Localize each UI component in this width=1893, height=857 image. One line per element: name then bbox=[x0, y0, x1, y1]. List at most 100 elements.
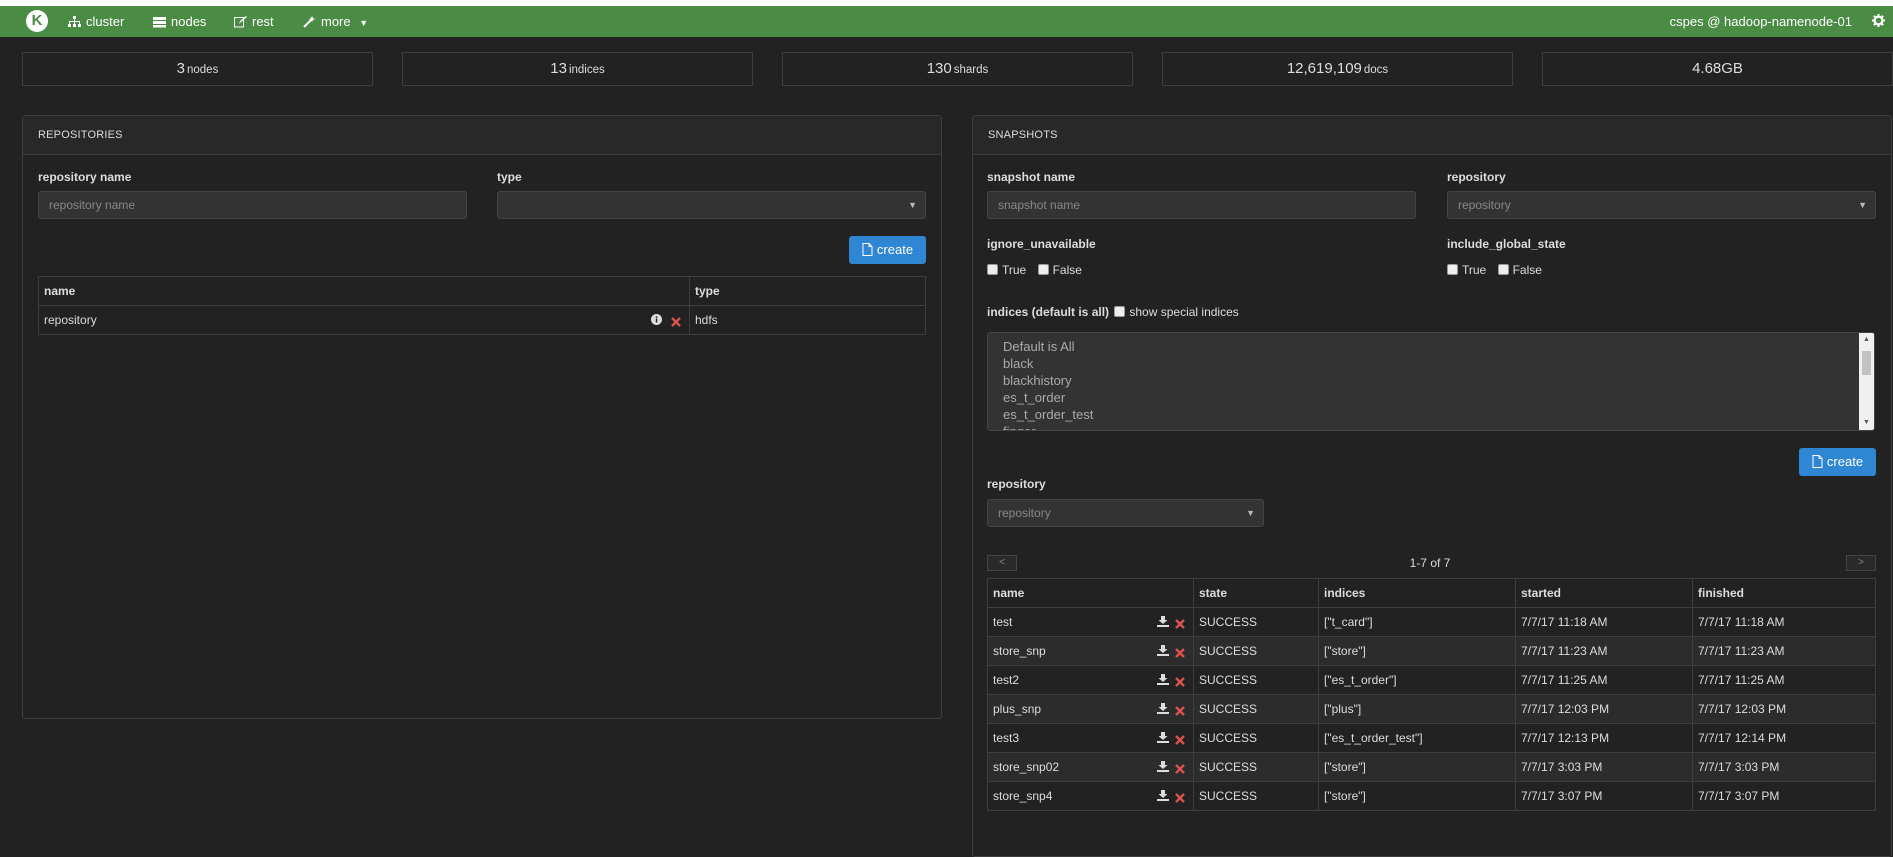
scroll-down-icon[interactable]: ▼ bbox=[1859, 416, 1874, 430]
ignore-unavailable-true[interactable]: True bbox=[987, 263, 1026, 277]
indices-multiselect[interactable]: Default is All black blackhistory es_t_o… bbox=[987, 332, 1875, 431]
row-actions bbox=[1157, 761, 1185, 775]
ignore-true-label: True bbox=[1002, 263, 1027, 277]
delete-icon[interactable] bbox=[1175, 619, 1185, 629]
next-page-button[interactable]: > bbox=[1846, 555, 1876, 571]
list-item[interactable]: Default is All bbox=[988, 338, 1874, 355]
restore-icon[interactable] bbox=[1157, 732, 1169, 743]
snapshot-started: 7/7/17 11:25 AM bbox=[1515, 665, 1693, 695]
repository-type-select[interactable]: ▼ bbox=[497, 191, 926, 219]
snapshot-indices: ["plus"] bbox=[1318, 694, 1516, 724]
list-item[interactable]: blackhistory bbox=[988, 372, 1874, 389]
global-false-label: False bbox=[1512, 263, 1542, 277]
snapshot-state: SUCCESS bbox=[1193, 636, 1319, 666]
snapshot-name-cell: store_snp02 bbox=[987, 752, 1194, 782]
create-snapshot-button[interactable]: create bbox=[1799, 448, 1876, 476]
show-special-indices-checkbox[interactable] bbox=[1114, 306, 1126, 317]
list-item[interactable]: es_t_order_test bbox=[988, 406, 1874, 423]
snapshot-name-input[interactable]: snapshot name bbox=[987, 191, 1416, 219]
caret-down-icon: ▼ bbox=[1858, 200, 1867, 210]
delete-icon[interactable] bbox=[1175, 677, 1185, 687]
scroll-thumb[interactable] bbox=[1862, 351, 1871, 375]
delete-icon[interactable] bbox=[1175, 706, 1185, 716]
stat-docs-label: docs bbox=[1363, 64, 1389, 76]
gear-icon[interactable] bbox=[1872, 14, 1885, 27]
filter-repository-select[interactable]: repository ▼ bbox=[987, 499, 1264, 527]
stat-shards-label: shards bbox=[953, 64, 989, 76]
snapshot-started: 7/7/17 12:13 PM bbox=[1515, 723, 1693, 753]
ignore-unavailable-false[interactable]: False bbox=[1037, 263, 1082, 277]
restore-icon[interactable] bbox=[1157, 790, 1169, 801]
snapshot-name-cell: store_snp4 bbox=[987, 781, 1194, 811]
row-actions bbox=[1157, 790, 1185, 804]
stat-size-value: 4.68GB bbox=[1692, 60, 1743, 77]
row-actions bbox=[1157, 616, 1185, 630]
app-logo[interactable]: K bbox=[26, 10, 48, 32]
global-state-false[interactable]: False bbox=[1497, 263, 1542, 277]
include-global-state-options: True False bbox=[1447, 263, 1550, 277]
restore-icon[interactable] bbox=[1157, 645, 1169, 656]
row-actions bbox=[1157, 674, 1185, 688]
restore-icon[interactable] bbox=[1157, 761, 1169, 772]
navbar: K cluster nodes rest more ▼ cspes @ hado… bbox=[0, 6, 1893, 37]
prev-page-button[interactable]: < bbox=[987, 555, 1017, 571]
restore-icon[interactable] bbox=[1157, 674, 1169, 685]
column-header-state: state bbox=[1193, 578, 1319, 608]
table-row: store_snp SUCCESS ["store"] 7/7/17 11:23 AM… bbox=[987, 636, 1876, 666]
list-item[interactable]: finger bbox=[988, 423, 1874, 430]
global-state-true[interactable]: True bbox=[1447, 263, 1486, 277]
list-item[interactable]: es_t_order bbox=[988, 389, 1874, 406]
nav-cluster[interactable]: cluster bbox=[68, 6, 124, 37]
restore-icon[interactable] bbox=[1157, 616, 1169, 627]
nav-rest[interactable]: rest bbox=[234, 6, 274, 37]
snapshot-name-cell: test2 bbox=[987, 665, 1194, 695]
snapshot-name-cell: test bbox=[987, 607, 1194, 637]
list-item[interactable]: black bbox=[988, 355, 1874, 372]
nav-more[interactable]: more ▼ bbox=[303, 6, 368, 37]
column-header-indices: indices bbox=[1318, 578, 1516, 608]
restore-icon[interactable] bbox=[1157, 703, 1169, 714]
snapshot-name: store_snp bbox=[993, 644, 1046, 658]
ignore-unavailable-label: ignore_unavailable bbox=[987, 237, 1096, 251]
create-repository-button[interactable]: create bbox=[849, 236, 926, 264]
nav-nodes[interactable]: nodes bbox=[153, 6, 206, 37]
show-special-indices-label[interactable]: show special indices bbox=[1129, 305, 1238, 319]
indices-scrollbar[interactable]: ▲ ▼ bbox=[1859, 333, 1874, 430]
delete-icon[interactable] bbox=[1175, 648, 1185, 658]
snapshot-started: 7/7/17 3:03 PM bbox=[1515, 752, 1693, 782]
column-header-finished: finished bbox=[1692, 578, 1876, 608]
column-header-started: started bbox=[1515, 578, 1693, 608]
table-row: repository hdfs bbox=[38, 305, 926, 335]
stat-docs: 12,619,109 docs bbox=[1162, 52, 1513, 86]
stat-nodes: 3 nodes bbox=[22, 52, 373, 86]
checkbox[interactable] bbox=[1497, 264, 1509, 275]
checkbox[interactable] bbox=[1447, 264, 1458, 275]
magic-icon bbox=[303, 16, 315, 28]
stat-shards: 130 shards bbox=[782, 52, 1133, 86]
table-row: test3 SUCCESS ["es_t_order_test"] 7/7/17 12… bbox=[987, 723, 1876, 753]
info-icon[interactable] bbox=[650, 314, 662, 325]
delete-icon[interactable] bbox=[1175, 764, 1185, 774]
snapshot-indices: ["store"] bbox=[1318, 636, 1516, 666]
scroll-up-icon[interactable]: ▲ bbox=[1859, 333, 1874, 347]
repository-name-input[interactable]: repository name bbox=[38, 191, 467, 219]
create-repository-label: create bbox=[876, 242, 914, 257]
snapshot-name-placeholder: snapshot name bbox=[998, 198, 1081, 212]
edit-icon bbox=[234, 16, 247, 28]
user-host[interactable]: cspes @ hadoop-namenode-01 bbox=[1670, 6, 1852, 37]
delete-icon[interactable] bbox=[1175, 735, 1185, 745]
snapshot-name-label: snapshot name bbox=[987, 170, 1076, 184]
checkbox[interactable] bbox=[1037, 264, 1049, 275]
row-actions bbox=[1157, 645, 1185, 659]
delete-icon[interactable] bbox=[671, 317, 681, 327]
repository-row-name-cell: repository bbox=[38, 305, 690, 335]
snapshot-state: SUCCESS bbox=[1193, 723, 1319, 753]
row-actions bbox=[650, 314, 681, 328]
checkbox[interactable] bbox=[987, 264, 998, 275]
repository-name-placeholder: repository name bbox=[49, 198, 136, 212]
snapshot-repository-select[interactable]: repository ▼ bbox=[1447, 191, 1876, 219]
file-icon bbox=[1812, 455, 1823, 468]
delete-icon[interactable] bbox=[1175, 793, 1185, 803]
repositories-title: REPOSITORIES bbox=[23, 116, 941, 155]
snapshot-finished: 7/7/17 11:25 AM bbox=[1692, 665, 1876, 695]
